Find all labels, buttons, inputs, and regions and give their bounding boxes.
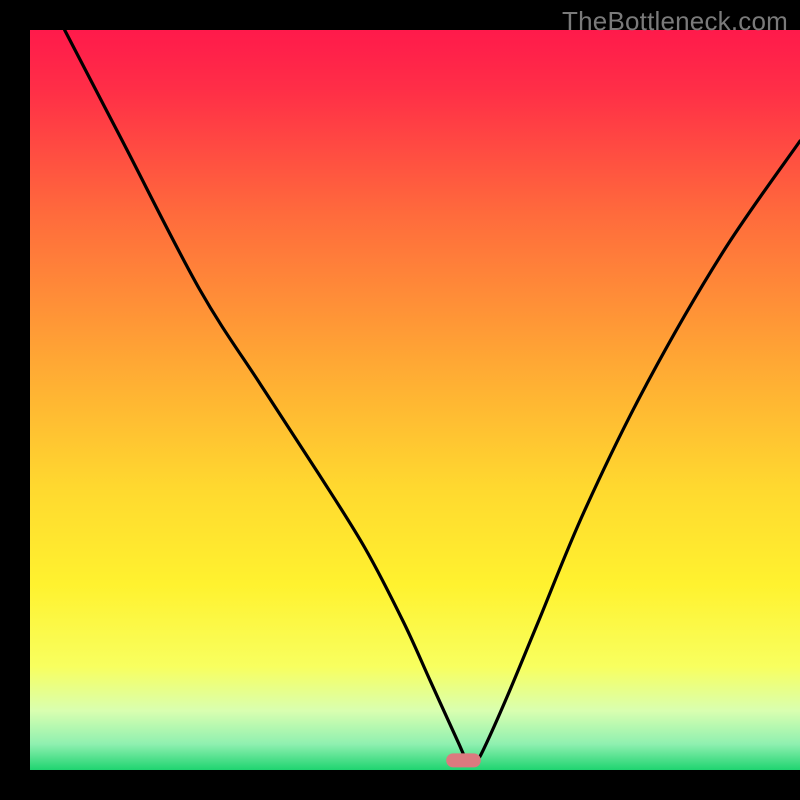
plot-area [30,30,800,770]
chart-canvas: TheBottleneck.com [0,0,800,800]
chart-svg [0,0,800,800]
watermark-label: TheBottleneck.com [562,6,788,37]
target-marker [446,753,481,767]
